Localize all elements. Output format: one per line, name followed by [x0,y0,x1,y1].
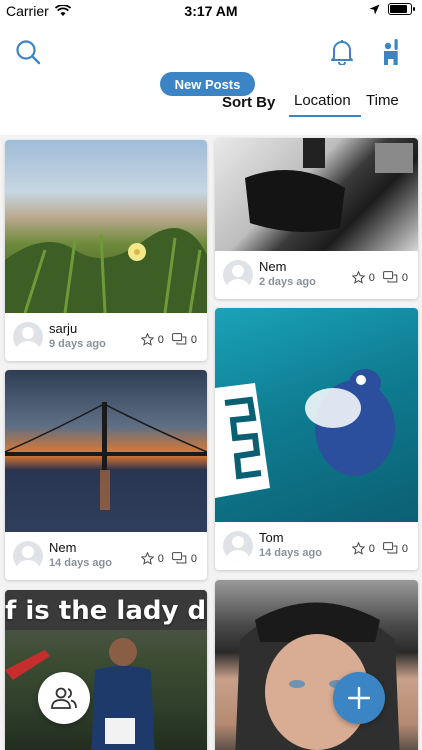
comment-count: 0 [190,552,197,565]
post-photo[interactable] [5,370,207,532]
star-count: 0 [157,552,164,565]
search-button[interactable] [12,36,44,68]
post-photo[interactable] [215,580,418,750]
post-card[interactable]: f is the lady doir [5,590,207,750]
plus-icon [348,687,370,709]
status-bar: Carrier 3:17 AM [0,0,422,22]
post-card[interactable]: Nem 14 days ago 0 0 [5,370,207,580]
photo-jersey-art [215,369,395,498]
battery-fill [390,5,408,13]
star-count: 0 [368,542,375,555]
post-username[interactable]: sarju [49,321,77,336]
people-icon [51,687,77,709]
photo-hoodie-art [235,602,400,750]
post-time-ago: 14 days ago [49,557,112,569]
post-time-ago: 14 days ago [259,547,322,559]
comment-count: 0 [190,333,197,346]
post-stats: 0 0 [351,271,408,284]
comment-count: 0 [401,542,408,555]
post-photo[interactable] [215,138,418,251]
star-icon[interactable] [140,333,154,346]
photo-bridge-art [5,402,207,532]
top-nav: New Posts Sort By Location Time [0,22,422,142]
star-icon[interactable] [351,542,365,555]
status-right [369,3,415,15]
post-stats: 0 0 [351,542,408,555]
sort-tab-location[interactable]: Location [294,92,351,109]
avatar[interactable] [13,541,43,571]
people-button[interactable] [38,672,90,724]
avatar[interactable] [13,322,43,352]
post-card[interactable]: sarju 9 days ago 0 0 [5,140,207,361]
sort-active-indicator [289,115,361,117]
post-meta: Tom 14 days ago 0 0 [215,522,418,568]
post-time-ago: 2 days ago [259,276,316,288]
post-card[interactable]: Tom 14 days ago 0 0 [215,308,418,570]
bell-icon [331,40,353,65]
post-stats: 0 0 [140,552,197,565]
post-feed[interactable]: sarju 9 days ago 0 0 Nem 2 days ago 0 0 … [0,135,422,750]
post-username[interactable]: Nem [49,540,76,555]
avatar[interactable] [223,260,253,290]
profile-button[interactable] [376,36,408,68]
comment-icon[interactable] [382,271,398,284]
post-time-ago: 9 days ago [49,338,106,350]
post-photo[interactable] [215,308,418,522]
sort-by-label: Sort By [222,94,276,111]
star-count: 0 [368,271,375,284]
new-posts-button[interactable]: New Posts [160,72,255,96]
comment-icon[interactable] [171,552,187,565]
status-time: 3:17 AM [184,3,238,19]
person-raising-hand-icon [384,39,398,65]
search-icon [16,40,41,65]
post-meta: Nem 2 days ago 0 0 [215,251,418,297]
star-icon[interactable] [351,271,365,284]
location-arrow-icon [369,4,380,14]
post-photo[interactable] [5,140,207,314]
comment-count: 0 [401,271,408,284]
battery-icon [388,3,415,15]
post-username[interactable]: Tom [259,530,284,545]
post-meta: sarju 9 days ago 0 0 [5,313,207,359]
photo-grass-art [5,228,207,314]
post-meta: Nem 14 days ago 0 0 [5,532,207,578]
star-count: 0 [157,333,164,346]
notifications-button[interactable] [326,36,358,68]
photo-overlay-text: f is the lady doir [5,596,207,626]
post-username[interactable]: Nem [259,259,286,274]
post-card[interactable] [215,580,418,750]
photo-mirror-art [245,138,413,232]
avatar[interactable] [223,531,253,561]
comment-icon[interactable] [382,542,398,555]
add-post-button[interactable] [333,672,385,724]
star-icon[interactable] [140,552,154,565]
post-card[interactable]: Nem 2 days ago 0 0 [215,138,418,299]
sort-tab-time[interactable]: Time [366,92,399,109]
comment-icon[interactable] [171,333,187,346]
post-stats: 0 0 [140,333,197,346]
